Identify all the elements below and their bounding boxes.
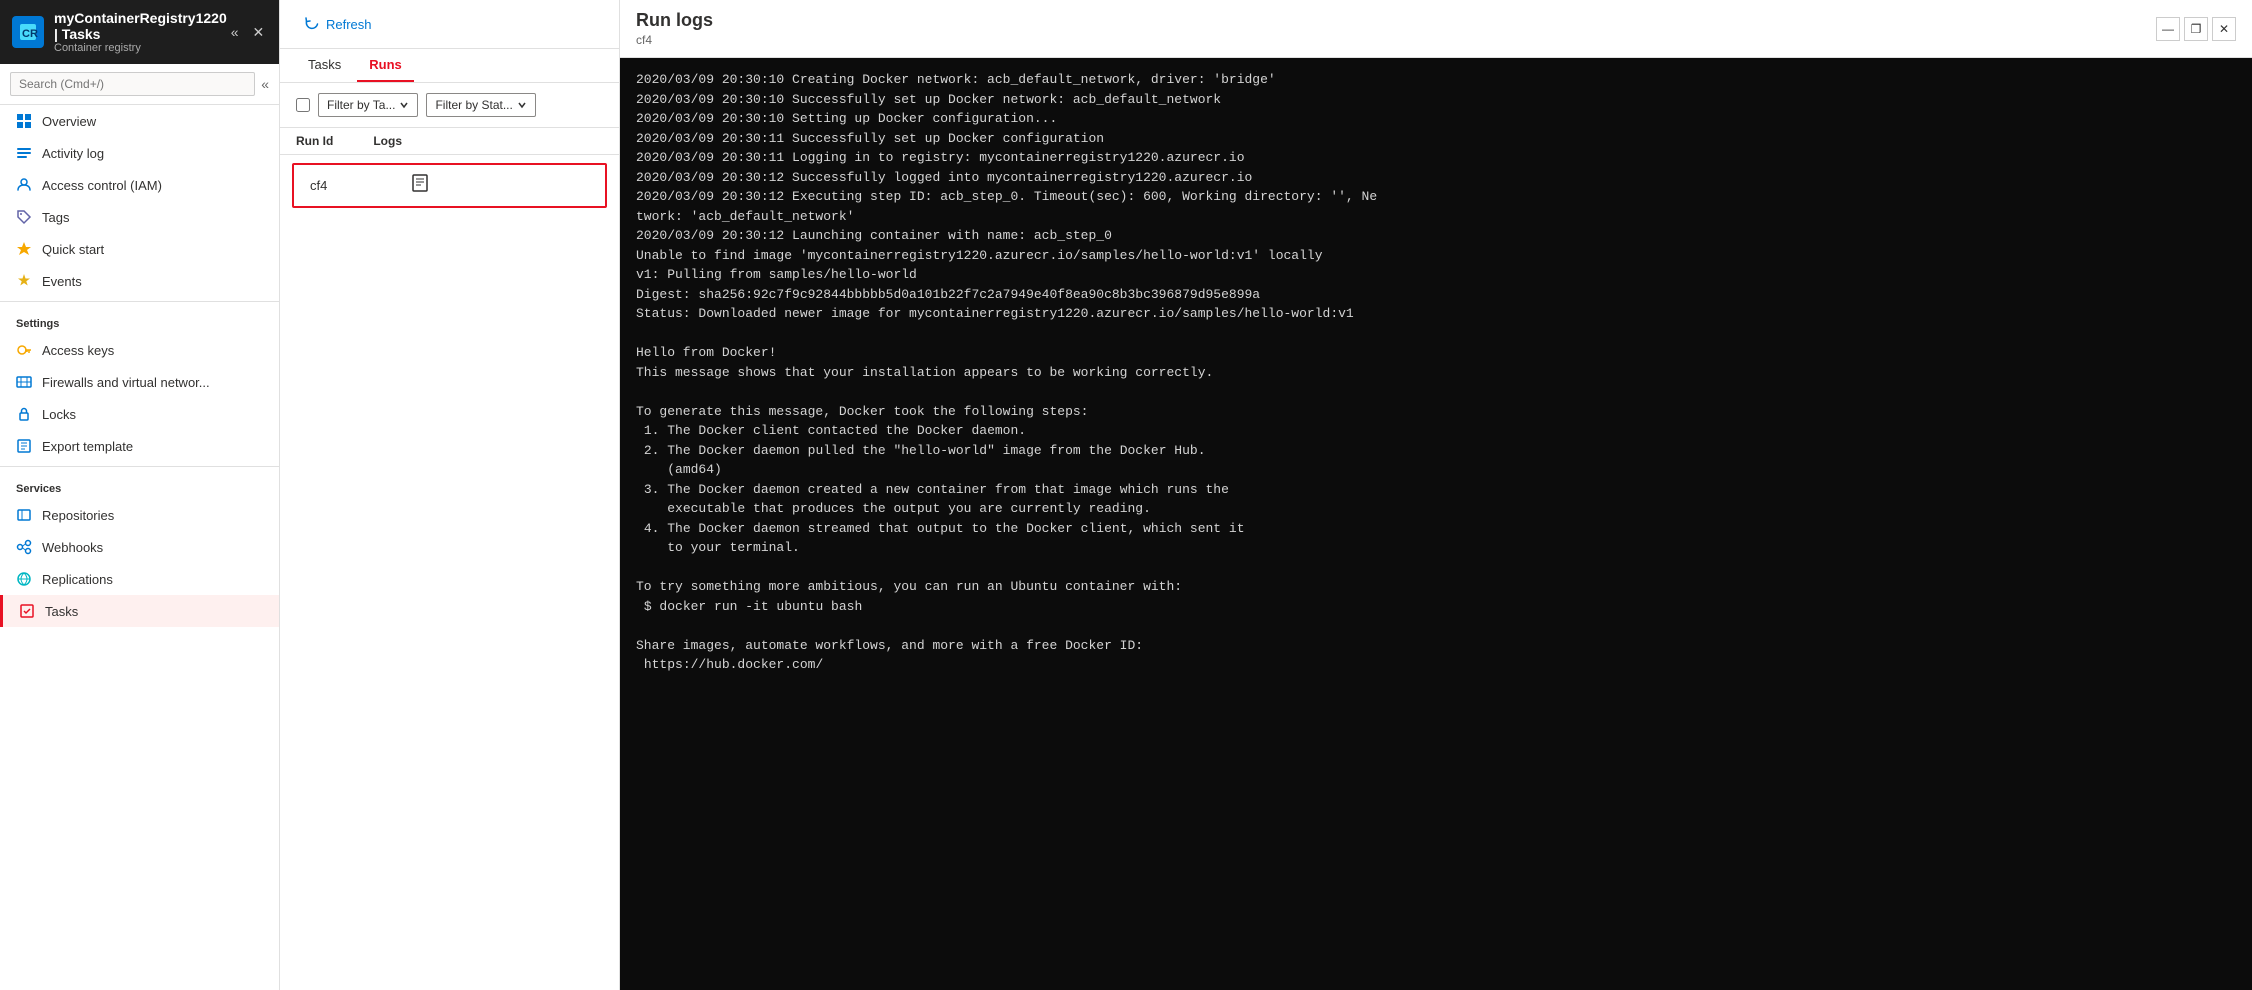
webhooks-icon <box>16 539 32 555</box>
sidebar-item-webhooks[interactable]: Webhooks <box>0 531 279 563</box>
filter-by-task-dropdown[interactable]: Filter by Ta... <box>318 93 418 117</box>
tab-runs[interactable]: Runs <box>357 49 414 82</box>
sidebar-item-tags[interactable]: Tags <box>0 201 279 233</box>
access-keys-icon <box>16 342 32 358</box>
sidebar: CR myContainerRegistry1220 | Tasks Conta… <box>0 0 280 990</box>
select-all-checkbox[interactable] <box>296 98 310 112</box>
tasks-panel: Refresh Tasks Runs Filter by Ta... Filte… <box>280 0 620 990</box>
sidebar-item-locks[interactable]: Locks <box>0 398 279 430</box>
chevron-down-status-icon <box>517 100 527 110</box>
events-icon <box>16 273 32 289</box>
sidebar-item-access-control[interactable]: Access control (IAM) <box>0 169 279 201</box>
access-control-icon <box>16 177 32 193</box>
run-id-column-header: Run Id <box>296 134 333 148</box>
locks-icon <box>16 406 32 422</box>
run-logs-panel: Run logs cf4 — ❐ ✕ 2020/03/09 20:30:10 C… <box>620 0 2252 990</box>
app-subtitle: Container registry <box>54 42 227 54</box>
sidebar-item-firewalls[interactable]: Firewalls and virtual networ... <box>0 366 279 398</box>
replications-icon <box>16 571 32 587</box>
export-template-icon <box>16 438 32 454</box>
sidebar-item-access-keys[interactable]: Access keys <box>0 334 279 366</box>
restore-btn[interactable]: ❐ <box>2184 17 2208 41</box>
tags-label: Tags <box>42 210 69 225</box>
events-label: Events <box>42 274 82 289</box>
services-section-label: Services <box>0 471 279 499</box>
close-btn[interactable]: ✕ <box>2212 17 2236 41</box>
logs-icon[interactable] <box>410 173 430 198</box>
firewalls-icon <box>16 374 32 390</box>
run-logs-title: Run logs <box>636 10 713 31</box>
table-header: Run Id Logs <box>280 128 619 155</box>
overview-label: Overview <box>42 114 96 129</box>
sidebar-item-export-template[interactable]: Export template <box>0 430 279 462</box>
access-control-label: Access control (IAM) <box>42 178 162 193</box>
run-logs-header: Run logs cf4 — ❐ ✕ <box>620 0 2252 58</box>
run-row-cf4[interactable]: cf4 <box>292 163 607 208</box>
refresh-button[interactable]: Refresh <box>296 12 380 36</box>
close-panel-btn[interactable]: ✕ <box>249 22 269 43</box>
refresh-label: Refresh <box>326 17 372 32</box>
sidebar-item-quick-start[interactable]: Quick start <box>0 233 279 265</box>
filter-by-status-dropdown[interactable]: Filter by Stat... <box>426 93 535 117</box>
tab-tasks[interactable]: Tasks <box>296 49 353 82</box>
sidebar-item-activity-log[interactable]: Activity log <box>0 137 279 169</box>
export-template-label: Export template <box>42 439 133 454</box>
sidebar-item-events[interactable]: Events <box>0 265 279 297</box>
tasks-panel-header: Refresh <box>280 0 619 49</box>
chevron-down-icon <box>399 100 409 110</box>
access-keys-label: Access keys <box>42 343 114 358</box>
sidebar-item-replications[interactable]: Replications <box>0 563 279 595</box>
locks-label: Locks <box>42 407 76 422</box>
svg-text:CR: CR <box>22 28 38 40</box>
collapse-sidebar-btn[interactable]: « <box>227 22 243 43</box>
filter-row: Filter by Ta... Filter by Stat... <box>280 83 619 128</box>
run-id-value: cf4 <box>310 178 370 193</box>
app-icon: CR <box>12 16 44 48</box>
overview-icon <box>16 113 32 129</box>
app-header: CR myContainerRegistry1220 | Tasks Conta… <box>0 0 279 64</box>
activity-log-label: Activity log <box>42 146 104 161</box>
settings-section-label: Settings <box>0 306 279 334</box>
firewalls-label: Firewalls and virtual networ... <box>42 375 210 390</box>
search-bar: « <box>0 64 279 105</box>
minimize-btn[interactable]: — <box>2156 17 2180 41</box>
replications-label: Replications <box>42 572 113 587</box>
run-logs-subtitle: cf4 <box>636 33 713 47</box>
logs-column-header: Logs <box>373 134 402 148</box>
collapse-btn[interactable]: « <box>261 76 269 92</box>
quick-start-label: Quick start <box>42 242 104 257</box>
sidebar-item-overview[interactable]: Overview <box>0 105 279 137</box>
sidebar-item-tasks[interactable]: Tasks <box>0 595 279 627</box>
repositories-label: Repositories <box>42 508 114 523</box>
tasks-icon <box>19 603 35 619</box>
app-title: myContainerRegistry1220 | Tasks <box>54 10 227 42</box>
refresh-icon <box>304 16 320 32</box>
webhooks-label: Webhooks <box>42 540 103 555</box>
sidebar-item-repositories[interactable]: Repositories <box>0 499 279 531</box>
tasks-label: Tasks <box>45 604 78 619</box>
tags-icon <box>16 209 32 225</box>
quick-start-icon <box>16 241 32 257</box>
activity-log-icon <box>16 145 32 161</box>
tabs-row: Tasks Runs <box>280 49 619 83</box>
search-input[interactable] <box>10 72 255 96</box>
repositories-icon <box>16 507 32 523</box>
log-content: 2020/03/09 20:30:10 Creating Docker netw… <box>620 58 2252 990</box>
